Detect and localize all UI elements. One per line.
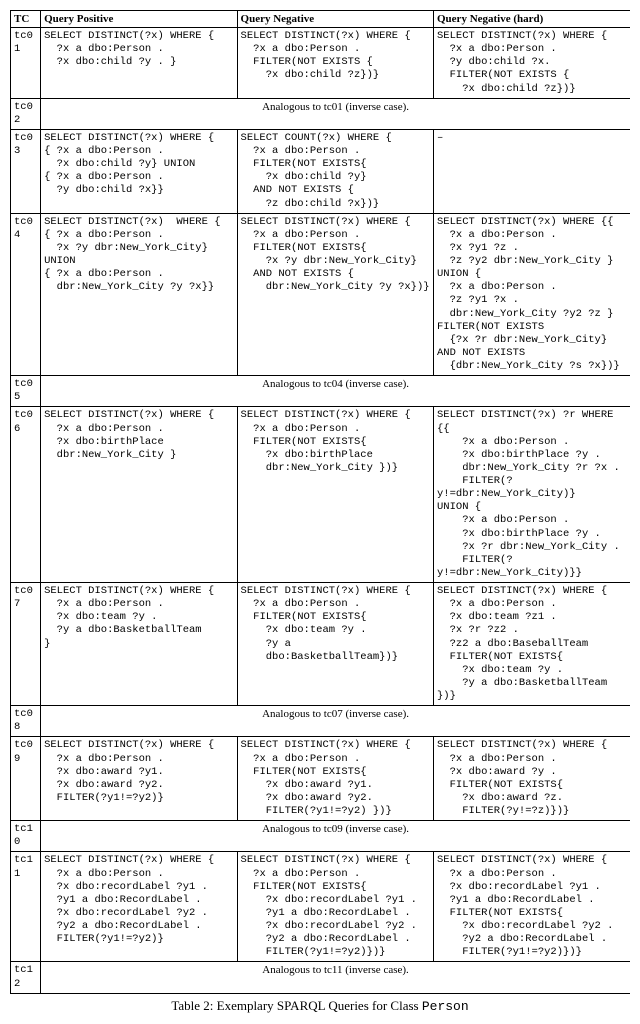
tc-cell: tc05 bbox=[11, 376, 41, 407]
query-positive: SELECT DISTINCT(?x) WHERE { { ?x a dbo:P… bbox=[41, 129, 237, 213]
table-row: tc10 Analogous to tc09 (inverse case). bbox=[11, 821, 631, 852]
tc-cell: tc08 bbox=[11, 706, 41, 737]
table-row: tc05 Analogous to tc04 (inverse case). bbox=[11, 376, 631, 407]
analog-cell: Analogous to tc09 (inverse case). bbox=[41, 821, 630, 852]
header-neg: Query Negative bbox=[237, 11, 433, 28]
caption-prefix: Table 2: Exemplary SPARQL Queries for Cl… bbox=[171, 998, 422, 1013]
query-negative-hard: – bbox=[434, 129, 631, 213]
analog-cell: Analogous to tc04 (inverse case). bbox=[41, 376, 630, 407]
query-negative-hard: SELECT DISTINCT(?x) WHERE { ?x a dbo:Per… bbox=[434, 737, 631, 821]
query-negative-hard: SELECT DISTINCT(?x) WHERE { ?x a dbo:Per… bbox=[434, 852, 631, 962]
tc-cell: tc11 bbox=[11, 852, 41, 962]
query-negative-hard: SELECT DISTINCT(?x) WHERE { ?x a dbo:Per… bbox=[434, 28, 631, 99]
table-row: tc06 SELECT DISTINCT(?x) WHERE { ?x a db… bbox=[11, 407, 631, 583]
query-positive: SELECT DISTINCT(?x) WHERE { ?x a dbo:Per… bbox=[41, 28, 237, 99]
query-negative-hard: SELECT DISTINCT(?x) ?r WHERE {{ ?x a dbo… bbox=[434, 407, 631, 583]
analog-cell: Analogous to tc11 (inverse case). bbox=[41, 962, 630, 993]
tc-cell: tc09 bbox=[11, 737, 41, 821]
tc-cell: tc06 bbox=[11, 407, 41, 583]
query-positive: SELECT DISTINCT(?x) WHERE { ?x a dbo:Per… bbox=[41, 407, 237, 583]
table-row: tc09 SELECT DISTINCT(?x) WHERE { ?x a db… bbox=[11, 737, 631, 821]
query-positive: SELECT DISTINCT(?x) WHERE { ?x a dbo:Per… bbox=[41, 737, 237, 821]
query-negative: SELECT DISTINCT(?x) WHERE { ?x a dbo:Per… bbox=[237, 213, 433, 376]
table-row: tc01 SELECT DISTINCT(?x) WHERE { ?x a db… bbox=[11, 28, 631, 99]
tc-cell: tc02 bbox=[11, 98, 41, 129]
table-row: tc04 SELECT DISTINCT(?x) WHERE { { ?x a … bbox=[11, 213, 631, 376]
tc-cell: tc12 bbox=[11, 962, 41, 993]
table-row: tc07 SELECT DISTINCT(?x) WHERE { ?x a db… bbox=[11, 583, 631, 706]
table-row: tc03 SELECT DISTINCT(?x) WHERE { { ?x a … bbox=[11, 129, 631, 213]
tc-cell: tc07 bbox=[11, 583, 41, 706]
query-negative: SELECT DISTINCT(?x) WHERE { ?x a dbo:Per… bbox=[237, 852, 433, 962]
query-positive: SELECT DISTINCT(?x) WHERE { { ?x a dbo:P… bbox=[41, 213, 237, 376]
table-row: tc12 Analogous to tc11 (inverse case). bbox=[11, 962, 631, 993]
header-row: TC Query Positive Query Negative Query N… bbox=[11, 11, 631, 28]
caption-class: Person bbox=[422, 999, 469, 1014]
header-tc: TC bbox=[11, 11, 41, 28]
query-negative: SELECT DISTINCT(?x) WHERE { ?x a dbo:Per… bbox=[237, 28, 433, 99]
tc-cell: tc01 bbox=[11, 28, 41, 99]
header-pos: Query Positive bbox=[41, 11, 237, 28]
query-negative: SELECT DISTINCT(?x) WHERE { ?x a dbo:Per… bbox=[237, 583, 433, 706]
table-row: tc11 SELECT DISTINCT(?x) WHERE { ?x a db… bbox=[11, 852, 631, 962]
sparql-query-table: TC Query Positive Query Negative Query N… bbox=[10, 10, 630, 994]
query-negative-hard: SELECT DISTINCT(?x) WHERE { ?x a dbo:Per… bbox=[434, 583, 631, 706]
query-negative: SELECT DISTINCT(?x) WHERE { ?x a dbo:Per… bbox=[237, 407, 433, 583]
table-row: tc02 Analogous to tc01 (inverse case). bbox=[11, 98, 631, 129]
table-caption: Table 2: Exemplary SPARQL Queries for Cl… bbox=[10, 998, 630, 1014]
query-positive: SELECT DISTINCT(?x) WHERE { ?x a dbo:Per… bbox=[41, 852, 237, 962]
tc-cell: tc10 bbox=[11, 821, 41, 852]
analog-cell: Analogous to tc01 (inverse case). bbox=[41, 98, 630, 129]
tc-cell: tc04 bbox=[11, 213, 41, 376]
header-negh: Query Negative (hard) bbox=[434, 11, 631, 28]
query-negative-hard: SELECT DISTINCT(?x) WHERE {{ ?x a dbo:Pe… bbox=[434, 213, 631, 376]
query-positive: SELECT DISTINCT(?x) WHERE { ?x a dbo:Per… bbox=[41, 583, 237, 706]
query-negative: SELECT DISTINCT(?x) WHERE { ?x a dbo:Per… bbox=[237, 737, 433, 821]
tc-cell: tc03 bbox=[11, 129, 41, 213]
analog-cell: Analogous to tc07 (inverse case). bbox=[41, 706, 630, 737]
query-negative: SELECT COUNT(?x) WHERE { ?x a dbo:Person… bbox=[237, 129, 433, 213]
table-row: tc08 Analogous to tc07 (inverse case). bbox=[11, 706, 631, 737]
